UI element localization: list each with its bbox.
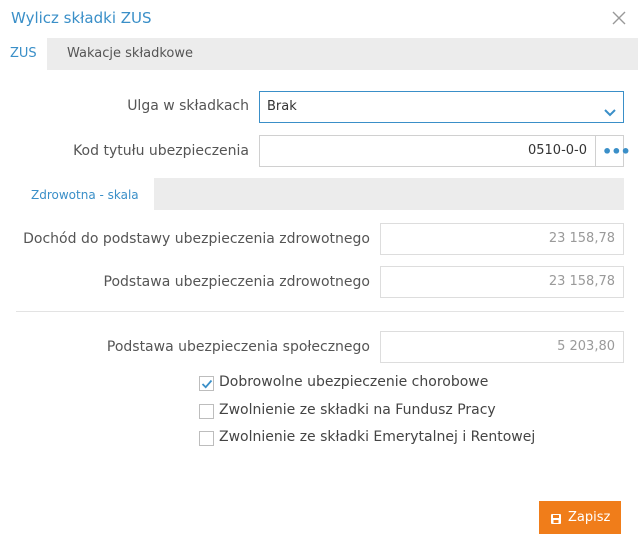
podstawa-zdrowotna-label: Podstawa ubezpieczenia zdrowotnego xyxy=(103,274,371,290)
kod-picker-button[interactable]: ••• xyxy=(595,135,631,167)
podstawa-spoleczna-label: Podstawa ubezpieczenia społecznego xyxy=(106,339,370,355)
more-dots-icon: ••• xyxy=(602,142,631,161)
chevron-down-icon xyxy=(603,101,617,117)
tab-bar: ZUS Wakacje składkowe xyxy=(0,38,638,70)
tab-zus[interactable]: ZUS xyxy=(0,38,47,70)
checkbox-emerytalna-rentowa[interactable] xyxy=(199,431,214,446)
checkbox-emerytalna-rentowa-label[interactable]: Zwolnienie ze składki Emerytalnej i Rent… xyxy=(219,429,535,445)
checkbox-chorobowe[interactable] xyxy=(199,376,214,391)
section-divider xyxy=(16,311,624,312)
floppy-disk-icon xyxy=(551,513,561,524)
checkbox-chorobowe-label[interactable]: Dobrowolne ubezpieczenie chorobowe xyxy=(219,374,488,390)
podstawa-spoleczna-field: 5 203,80 xyxy=(380,331,624,363)
tab-zdrowotna-skala[interactable]: Zdrowotna - skala xyxy=(16,178,154,210)
dialog-title: Wylicz składki ZUS xyxy=(11,9,152,27)
podstawa-zdrowotna-field: 23 158,78 xyxy=(380,266,624,298)
tab-wakacje-skladkowe[interactable]: Wakacje składkowe xyxy=(57,38,203,70)
save-button-label: Zapisz xyxy=(568,510,611,525)
dochod-label: Dochód do podstawy ubezpieczenia zdrowot… xyxy=(23,231,370,247)
ulga-label: Ulga w składkach xyxy=(127,98,249,114)
close-icon[interactable] xyxy=(610,9,628,27)
ulga-select[interactable]: Brak xyxy=(259,91,624,123)
subtab-bar: Zdrowotna - skala xyxy=(16,178,624,210)
dochod-field: 23 158,78 xyxy=(380,223,624,255)
kod-field[interactable]: 0510-0-0 xyxy=(259,135,596,167)
checkbox-fundusz-pracy[interactable] xyxy=(199,404,214,419)
save-button[interactable]: Zapisz xyxy=(539,501,621,534)
kod-label: Kod tytułu ubezpieczenia xyxy=(73,143,249,159)
ulga-select-value: Brak xyxy=(267,99,297,114)
checkbox-fundusz-pracy-label[interactable]: Zwolnienie ze składki na Fundusz Pracy xyxy=(219,402,496,418)
dialog-titlebar: Wylicz składki ZUS xyxy=(0,0,638,38)
checkmark-icon xyxy=(201,379,213,389)
